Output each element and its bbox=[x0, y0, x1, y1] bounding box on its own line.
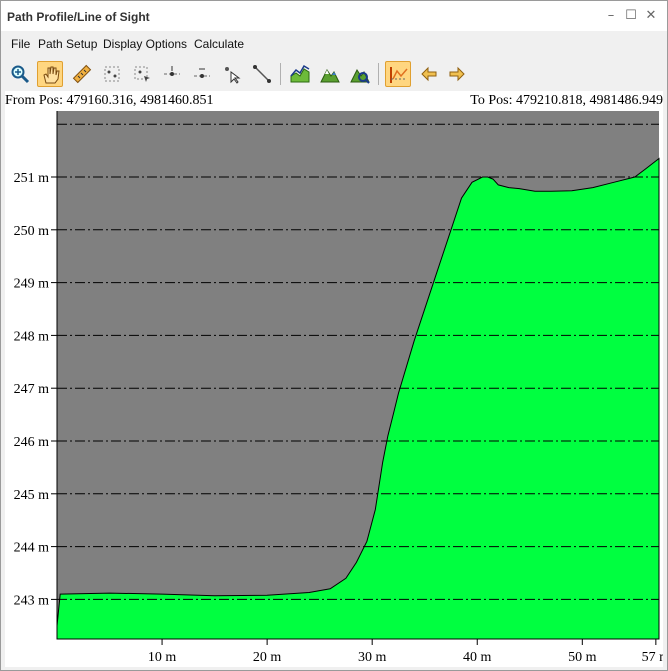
menu-file[interactable]: File bbox=[11, 37, 30, 51]
add-vertex-icon[interactable] bbox=[159, 61, 185, 87]
profile-chart-icon[interactable] bbox=[287, 61, 313, 87]
delete-vertex-icon[interactable] bbox=[189, 61, 215, 87]
window-title: Path Profile/Line of Sight bbox=[7, 10, 150, 24]
line-of-sight-icon[interactable] bbox=[385, 61, 411, 87]
x-tick-label: 40 m bbox=[463, 650, 492, 665]
pan-hand-icon[interactable] bbox=[37, 61, 63, 87]
reverse-left-icon[interactable] bbox=[415, 61, 441, 87]
x-tick-label: 10 m bbox=[148, 650, 177, 665]
close-button[interactable]: ✕ bbox=[641, 7, 661, 25]
line-tool-icon[interactable] bbox=[249, 61, 275, 87]
menu-bar: File Path Setup Display Options Calculat… bbox=[1, 33, 667, 55]
toolbar bbox=[1, 59, 667, 91]
path-profile-window: Path Profile/Line of Sight – ☐ ✕ File Pa… bbox=[0, 0, 668, 671]
select-points-icon[interactable] bbox=[99, 61, 125, 87]
y-tick-label: 243 m bbox=[14, 593, 50, 608]
x-tick-label: 50 m bbox=[568, 650, 597, 665]
reverse-right-icon[interactable] bbox=[445, 61, 471, 87]
measure-ruler-icon[interactable] bbox=[69, 61, 95, 87]
from-position-label: From Pos: 479160.316, 4981460.851 bbox=[5, 93, 214, 108]
title-bar: Path Profile/Line of Sight – ☐ ✕ bbox=[1, 1, 667, 31]
menu-path-setup[interactable]: Path Setup bbox=[38, 37, 97, 51]
maximize-button[interactable]: ☐ bbox=[621, 7, 641, 25]
y-tick-label: 248 m bbox=[14, 329, 50, 344]
y-tick-label: 249 m bbox=[14, 277, 50, 292]
y-tick-label: 245 m bbox=[14, 488, 50, 503]
zoom-icon[interactable] bbox=[7, 61, 33, 87]
y-tick-label: 244 m bbox=[14, 541, 50, 556]
x-tick-label: 20 m bbox=[253, 650, 282, 665]
minimize-button[interactable]: – bbox=[601, 7, 621, 25]
pointer-select-icon[interactable] bbox=[219, 61, 245, 87]
terrain-icon[interactable] bbox=[317, 61, 343, 87]
profile-plot-area: From Pos: 479160.316, 4981460.851 To Pos… bbox=[5, 91, 663, 667]
menu-display-options[interactable]: Display Options bbox=[103, 37, 187, 51]
y-tick-label: 250 m bbox=[14, 224, 50, 239]
to-position-label: To Pos: 479210.818, 4981486.949 bbox=[470, 93, 663, 108]
y-tick-label: 246 m bbox=[14, 435, 50, 450]
select-region-icon[interactable] bbox=[129, 61, 155, 87]
x-tick-label: 30 m bbox=[358, 650, 387, 665]
y-tick-label: 251 m bbox=[14, 171, 50, 186]
menu-calculate[interactable]: Calculate bbox=[194, 37, 244, 51]
elevation-profile-chart: 243 m 244 m 245 m 246 m 247 m 248 m 249 m 250 m… bbox=[14, 111, 663, 665]
terrain-edit-icon[interactable] bbox=[347, 61, 373, 87]
y-tick-label: 247 m bbox=[14, 382, 50, 397]
x-tick-label: 57 m bbox=[642, 650, 663, 665]
